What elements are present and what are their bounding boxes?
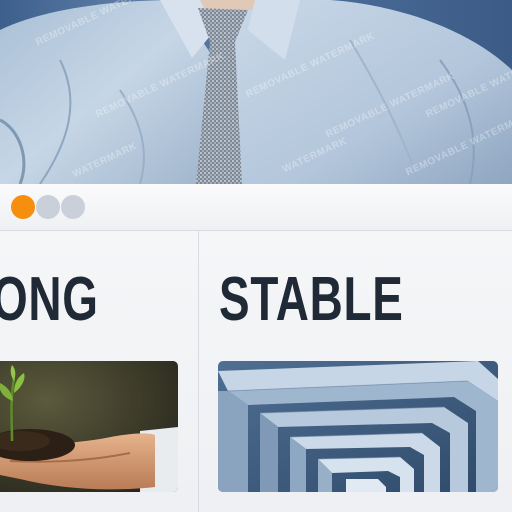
slider-dot-2[interactable] bbox=[36, 195, 60, 219]
feature-title-stable: STABLE bbox=[219, 265, 404, 334]
hero-photo: REMOVABLE WATERMARK REMOVABLE WATERMARK … bbox=[0, 0, 512, 184]
slider-dot-3[interactable] bbox=[61, 195, 85, 219]
column-divider bbox=[198, 231, 199, 512]
feature-columns: ONG STABLE bbox=[0, 231, 512, 512]
slider-pagination bbox=[0, 184, 512, 231]
maze-image bbox=[218, 361, 498, 492]
feature-title-strong: ONG bbox=[0, 265, 99, 334]
seedling-in-hands-image bbox=[0, 361, 178, 492]
slider-dot-1[interactable] bbox=[11, 195, 35, 219]
